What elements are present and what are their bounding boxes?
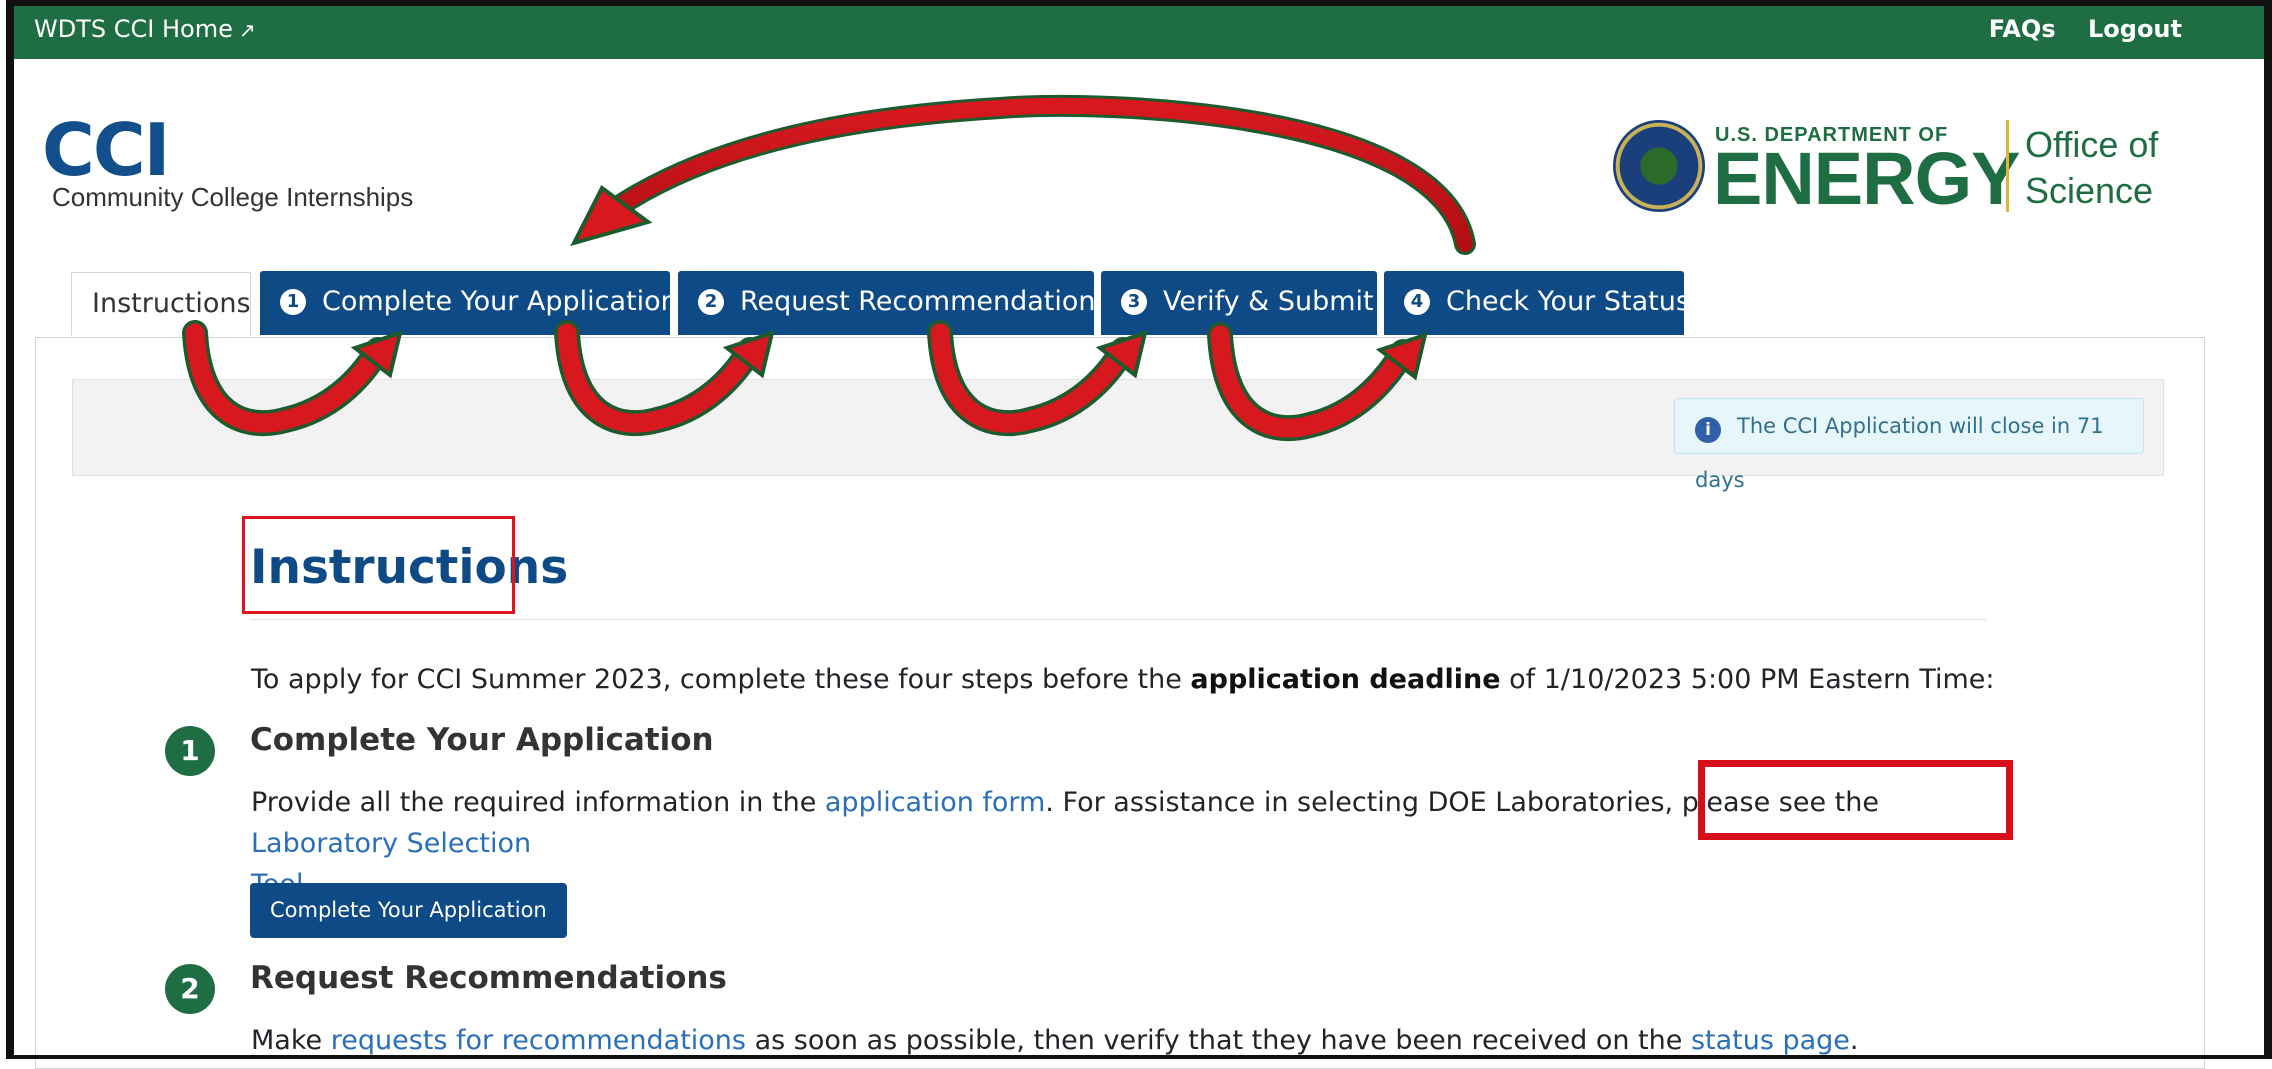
loop-back-arrow: [570, 94, 1476, 255]
u-arrow-1: [182, 320, 403, 437]
frame-border: [6, 0, 2272, 6]
u-arrow-3: [927, 320, 1148, 437]
frame-border: [6, 0, 14, 1059]
page: WDTS CCI Home ↗ FAQs Logout CCI Community…: [0, 0, 2272, 1069]
frame-border: [6, 1055, 2272, 1059]
annotation-arrows: [182, 94, 1476, 442]
u-arrow-4: [1207, 322, 1428, 442]
annotation-dot: [770, 142, 776, 148]
frame-border: [2264, 0, 2272, 1059]
u-arrow-2: [554, 320, 775, 437]
